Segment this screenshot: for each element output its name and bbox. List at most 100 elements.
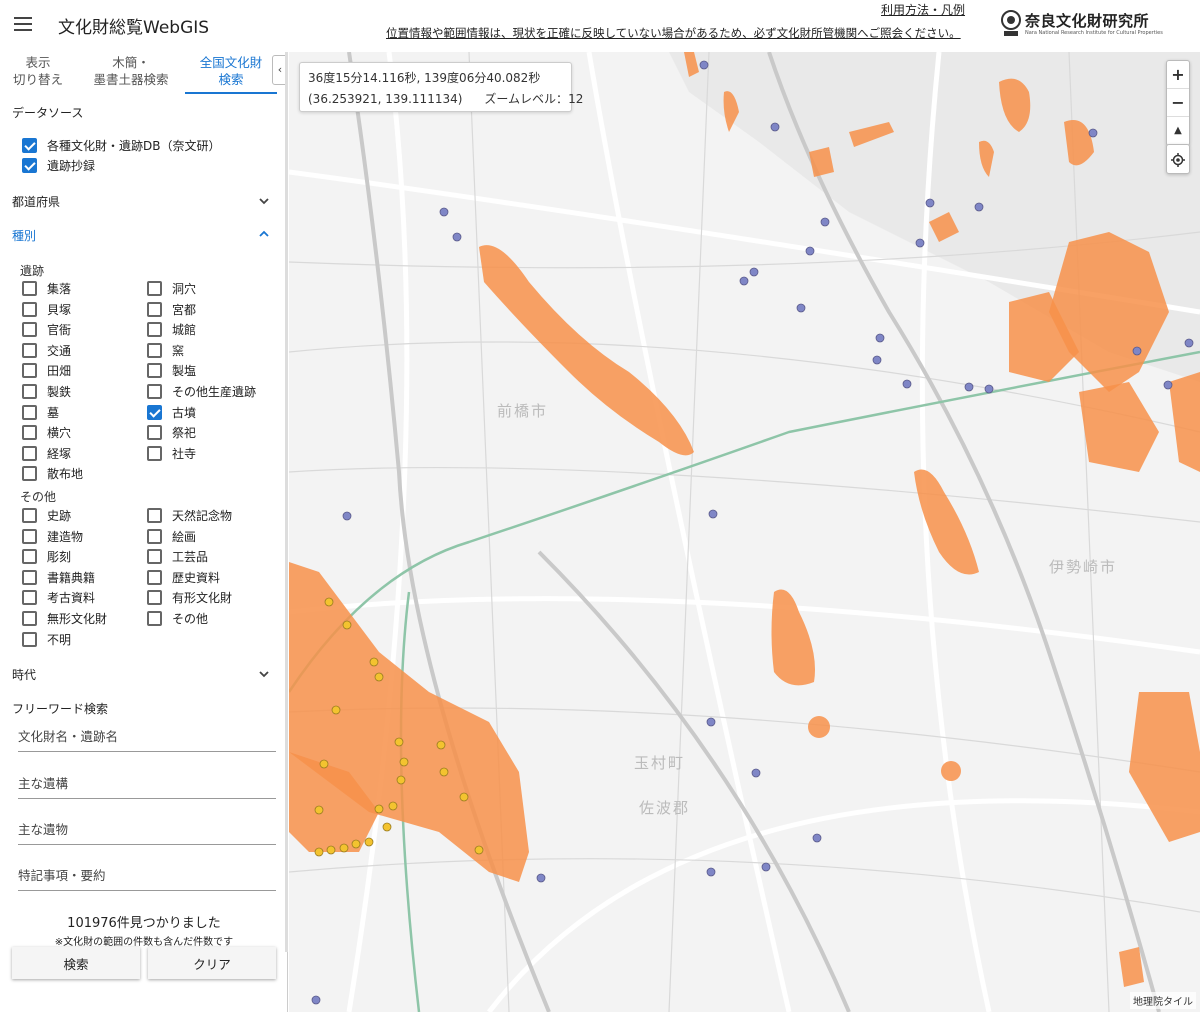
clear-button[interactable]: クリア xyxy=(148,947,276,979)
category-label: 横穴 xyxy=(47,426,72,441)
artifacts-field[interactable] xyxy=(18,815,276,845)
category-label: 天然記念物 xyxy=(172,509,233,523)
category-label: 散布地 xyxy=(47,467,84,482)
map-view[interactable]: 前橋市 伊勢崎市 玉村町 佐波郡 36度15分14.116秒, 139度06分4… xyxy=(289,52,1200,1012)
other-group-label: その他 xyxy=(20,490,57,504)
tab-label: 検索 xyxy=(218,72,244,87)
locate-control xyxy=(1166,144,1190,174)
features-input[interactable] xyxy=(18,769,276,798)
chevron-up-icon[interactable] xyxy=(258,228,270,240)
place-label-isesaki: 伊勢崎市 xyxy=(1049,558,1118,576)
help-link[interactable]: 利用方法・凡例 xyxy=(881,1,965,18)
category-checkbox[interactable] xyxy=(22,384,37,399)
category-label: 無形文化財 xyxy=(47,612,108,626)
category-checkbox[interactable] xyxy=(147,281,162,296)
map-basemap xyxy=(289,52,1200,1012)
app-title: 文化財総覧WebGIS xyxy=(58,18,210,38)
category-label: 経塚 xyxy=(47,446,72,461)
category-label: 不明 xyxy=(47,632,72,647)
search-sidebar: 表示 切り替え 木簡・ 墨書土器検索 全国文化財 検索 ‹ データソース 各種文… xyxy=(0,52,288,1012)
category-checkbox[interactable] xyxy=(147,425,162,441)
category-checkbox[interactable] xyxy=(22,569,37,585)
locate-icon[interactable] xyxy=(1167,145,1189,173)
map-attribution[interactable]: 地理院タイル xyxy=(1130,992,1196,1009)
zoom-out-button[interactable]: − xyxy=(1167,89,1189,117)
category-checkbox[interactable] xyxy=(22,301,37,317)
zoom-control: + − ▲ xyxy=(1166,60,1190,146)
category-label: 墓 xyxy=(47,405,60,420)
category-checkbox[interactable] xyxy=(147,301,162,317)
category-checkbox[interactable] xyxy=(22,445,37,461)
chevron-down-icon[interactable] xyxy=(258,195,270,207)
category-checkbox[interactable] xyxy=(22,342,37,358)
search-button[interactable]: 検索 xyxy=(12,947,140,979)
category-checkbox[interactable] xyxy=(147,590,162,606)
nabunken-seal-icon xyxy=(1001,10,1021,36)
category-checkbox[interactable] xyxy=(22,590,37,606)
chevron-down-icon[interactable] xyxy=(258,668,270,680)
artifacts-input[interactable] xyxy=(18,815,276,844)
freeword-heading: フリーワード検索 xyxy=(12,702,109,716)
category-checkbox[interactable] xyxy=(147,363,162,379)
category-checkbox[interactable] xyxy=(22,281,37,296)
tab-label: 切り替え xyxy=(12,72,63,87)
coord-line2: (36.253921, 139.111134) ズームレベル：12 xyxy=(308,90,583,107)
result-count: 101976件見つかりました xyxy=(67,916,221,931)
datasource-label: 遺跡抄録 xyxy=(47,159,96,173)
prefecture-heading[interactable]: 都道府県 xyxy=(12,193,60,210)
category-label: 祭祀 xyxy=(172,426,197,441)
category-checkbox[interactable] xyxy=(22,322,37,338)
category-heading[interactable]: 種別 xyxy=(12,227,36,244)
category-checkbox[interactable] xyxy=(147,342,162,358)
category-checkbox[interactable] xyxy=(147,508,162,523)
tab-display-toggle[interactable]: 表示 切り替え xyxy=(8,54,68,94)
disclaimer-link[interactable]: 位置情報や範囲情報は、現状を正確に反映していない場合があるため、必ず文化財所管機… xyxy=(386,25,961,41)
category-checkbox[interactable] xyxy=(147,528,162,544)
sidebar-scrollbar[interactable] xyxy=(285,52,288,952)
coordinate-readout: 36度15分14.116秒, 139度06分40.082秒 (36.253921… xyxy=(299,62,583,112)
features-field[interactable] xyxy=(18,769,276,799)
north-icon[interactable]: ▲ xyxy=(1167,117,1189,145)
category-label: 絵画 xyxy=(172,529,197,544)
result-note: ※文化財の範囲の件数も含んだ件数です xyxy=(54,937,234,948)
category-label: その他生産遺跡 xyxy=(172,385,257,399)
category-checkbox[interactable] xyxy=(22,528,37,544)
notes-field[interactable] xyxy=(18,861,276,891)
category-label: 歴史資料 xyxy=(172,570,221,585)
tab-national-search[interactable]: 全国文化財 検索 xyxy=(185,54,277,94)
category-checkbox[interactable] xyxy=(147,404,162,420)
category-checkbox[interactable] xyxy=(22,631,37,647)
category-label: 集落 xyxy=(47,282,72,296)
name-field[interactable] xyxy=(18,722,276,752)
category-label: 社寺 xyxy=(172,446,197,461)
zoom-in-button[interactable]: + xyxy=(1167,61,1189,89)
category-checkbox[interactable] xyxy=(22,466,37,482)
datasource-checkbox-nabunken[interactable] xyxy=(22,138,37,153)
datasource-checkbox-shoroku[interactable] xyxy=(22,158,37,173)
era-heading[interactable]: 時代 xyxy=(12,666,36,683)
tab-mokkan-search[interactable]: 木簡・ 墨書土器検索 xyxy=(88,54,174,94)
category-checkbox[interactable] xyxy=(22,363,37,379)
category-checkbox[interactable] xyxy=(22,425,37,441)
category-checkbox[interactable] xyxy=(22,404,37,420)
category-checkbox[interactable] xyxy=(147,549,162,565)
category-label: 貝塚 xyxy=(47,302,72,317)
category-checkbox[interactable] xyxy=(22,508,37,523)
logo: 奈良文化財研究所 Nara National Research Institut… xyxy=(1000,8,1195,44)
menu-icon[interactable] xyxy=(14,17,32,31)
category-label: 製鉄 xyxy=(47,385,72,399)
category-checkbox[interactable] xyxy=(22,549,37,565)
category-label: 古墳 xyxy=(172,405,197,420)
category-checkbox[interactable] xyxy=(147,322,162,338)
name-input[interactable] xyxy=(18,722,276,751)
coord-decimal: (36.253921, 139.111134) xyxy=(308,92,463,106)
category-checkbox[interactable] xyxy=(22,611,37,626)
category-checkbox[interactable] xyxy=(147,569,162,585)
category-checkbox[interactable] xyxy=(147,384,162,399)
place-label-maebashi: 前橋市 xyxy=(497,402,549,420)
category-checkbox[interactable] xyxy=(147,445,162,461)
notes-input[interactable] xyxy=(18,861,276,890)
category-checkbox[interactable] xyxy=(147,611,162,626)
category-label: 田畑 xyxy=(47,364,72,379)
coord-dms: 36度15分14.116秒, 139度06分40.082秒 xyxy=(308,71,541,85)
